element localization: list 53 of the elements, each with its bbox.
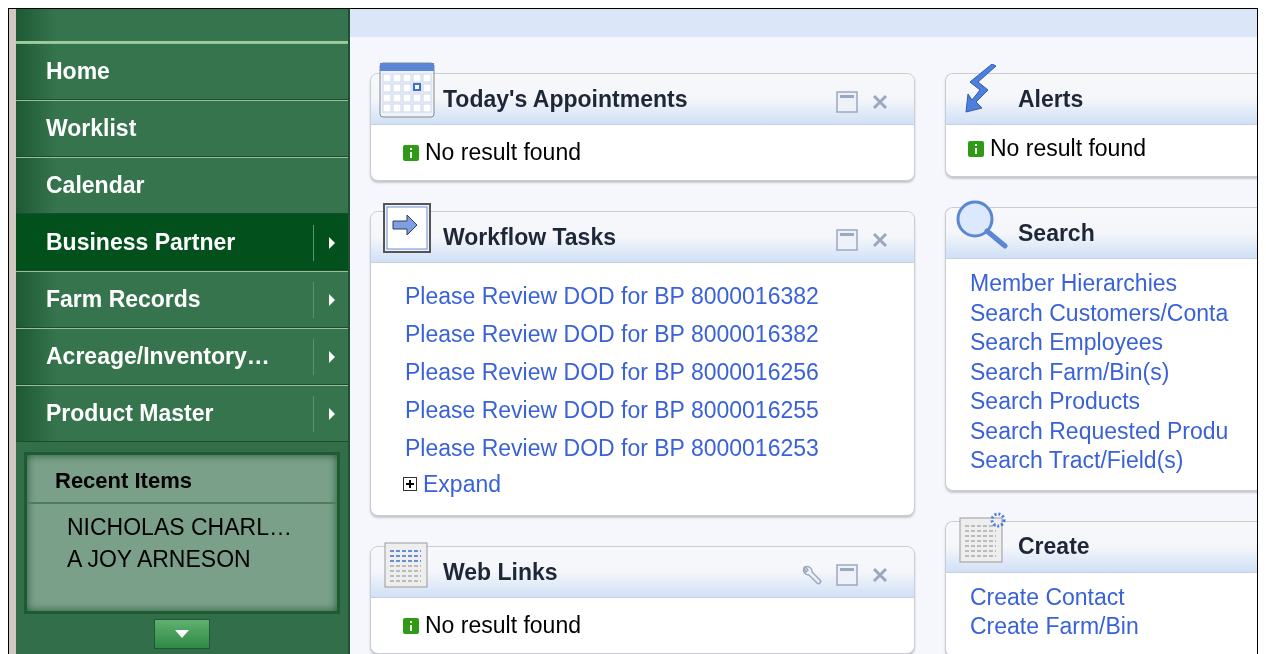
link[interactable]: Search Employees (970, 328, 1243, 358)
nav-item[interactable]: Worklist (16, 100, 348, 157)
document-gear-icon (958, 511, 1006, 564)
link[interactable]: Search Products (970, 387, 1243, 417)
info-icon (968, 140, 984, 157)
close-icon[interactable] (872, 567, 888, 583)
nav-item[interactable]: Calendar (16, 157, 348, 214)
submenu-arrow-icon[interactable] (328, 406, 336, 421)
panel-title: Workflow Tasks (443, 223, 617, 251)
link[interactable]: Search Customers/Conta (970, 298, 1243, 328)
recent-item[interactable]: NICHOLAS CHARL… (67, 511, 337, 543)
panel-title: Web Links (443, 558, 559, 586)
nav-item[interactable]: Product Master (16, 385, 348, 442)
search-icon (955, 199, 1009, 249)
submenu-arrow-icon[interactable] (328, 235, 336, 250)
empty-message: No result found (425, 139, 581, 166)
wrench-icon[interactable] (800, 564, 822, 586)
plus-box-icon[interactable] (403, 477, 417, 491)
link[interactable]: Please Review DOD for BP 8000016253 (405, 429, 882, 467)
empty-message: No result found (425, 612, 581, 639)
link[interactable]: Create Contact (970, 582, 1243, 612)
link[interactable]: Search Requested Produ (970, 416, 1243, 446)
link[interactable]: Please Review DOD for BP 8000016382 (405, 315, 882, 353)
empty-message: No result found (990, 135, 1146, 162)
link[interactable]: Create Farm/Bin (970, 612, 1243, 642)
recent-item[interactable]: A JOY ARNESON (67, 543, 337, 575)
link[interactable]: Member Hierarchies (970, 269, 1243, 299)
nav-item[interactable]: Home (16, 43, 348, 100)
nav-item[interactable]: Business Partner (16, 214, 348, 271)
recent-items-title: Recent Items (27, 455, 337, 504)
scroll-down-button[interactable] (154, 619, 210, 649)
link[interactable]: Please Review DOD for BP 8000016256 (405, 353, 882, 391)
close-icon[interactable] (872, 94, 888, 110)
link[interactable]: Search Farm/Bin(s) (970, 357, 1243, 387)
panel-title: Search (1018, 219, 1096, 247)
minimize-icon[interactable] (836, 229, 858, 251)
link[interactable]: Please Review DOD for BP 8000016382 (405, 277, 882, 315)
nav-item[interactable]: Farm Records (16, 271, 348, 328)
close-icon[interactable] (872, 232, 888, 248)
link[interactable]: Search Tract/Field(s) (970, 446, 1243, 476)
expand-link[interactable]: Expand (423, 467, 501, 501)
minimize-icon[interactable] (836, 564, 858, 586)
panel-title: Alerts (1018, 85, 1085, 113)
link[interactable]: Please Review DOD for BP 8000016255 (405, 391, 882, 429)
info-icon (403, 144, 419, 161)
nav-item[interactable]: Acreage/Inventory… (16, 328, 348, 385)
submenu-arrow-icon[interactable] (328, 292, 336, 307)
minimize-icon[interactable] (836, 91, 858, 113)
submenu-arrow-icon[interactable] (328, 349, 336, 364)
info-icon (403, 617, 419, 634)
caret-down-icon (175, 630, 189, 638)
panel-title: Today's Appointments (443, 85, 689, 113)
panel-title: Create (1018, 533, 1091, 560)
